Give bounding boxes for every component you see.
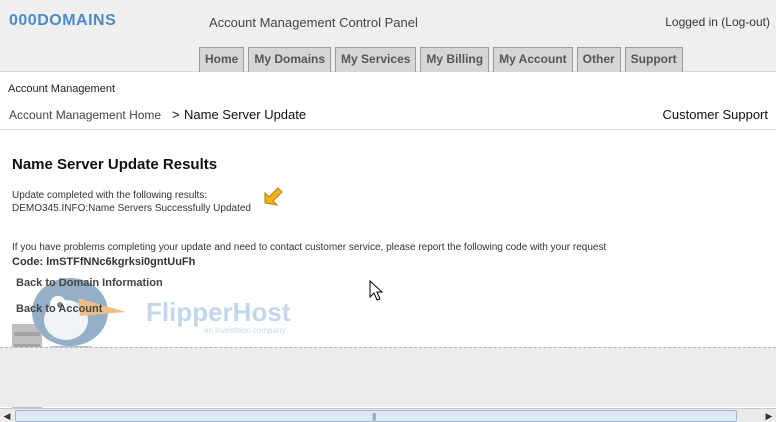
scrollbar-thumb[interactable]: ||| xyxy=(15,410,737,422)
footer-band xyxy=(0,347,776,407)
yellow-arrow-pointer-icon xyxy=(264,187,283,206)
back-to-account-link[interactable]: Back to Account xyxy=(16,303,102,315)
tab-my-services[interactable]: My Services xyxy=(335,47,417,72)
update-intro-text: Update completed with the following resu… xyxy=(12,190,208,201)
horizontal-scrollbar[interactable]: ◀ ||| ▶ xyxy=(0,408,776,422)
scroll-left-icon[interactable]: ◀ xyxy=(0,410,14,422)
main-nav: Home My Domains My Services My Billing M… xyxy=(199,47,683,72)
tab-other[interactable]: Other xyxy=(576,47,621,72)
flipperhost-watermark: FlipperHost an investition company xyxy=(146,297,291,335)
thumb-grip-icon: ||| xyxy=(372,412,376,421)
svg-text:FlipperHost: FlipperHost xyxy=(146,297,291,327)
tab-support[interactable]: Support xyxy=(624,47,683,72)
divider xyxy=(0,129,776,130)
breadcrumb-current: Name Server Update xyxy=(184,107,307,122)
breadcrumb-separator: > xyxy=(172,107,180,122)
login-status: Logged in (Log-out) xyxy=(665,15,770,29)
logged-in-text: Logged in xyxy=(665,15,718,29)
results-heading: Name Server Update Results xyxy=(12,156,218,173)
svg-text:an investition company: an investition company xyxy=(204,326,285,335)
back-to-domain-link[interactable]: Back to Domain Information xyxy=(16,277,163,289)
tab-my-account[interactable]: My Account xyxy=(493,47,573,72)
tab-my-billing[interactable]: My Billing xyxy=(420,47,490,72)
scroll-right-icon[interactable]: ▶ xyxy=(762,410,776,422)
support-note-text: If you have problems completing your upd… xyxy=(12,242,607,253)
mouse-cursor-icon xyxy=(369,280,383,301)
tab-home[interactable]: Home xyxy=(199,47,245,72)
site-logo[interactable]: 000DOMAINS xyxy=(9,12,116,30)
logout-link[interactable]: (Log-out) xyxy=(721,15,770,29)
code-value: lmSTFfNNc6kgrksi0gntUuFh xyxy=(46,256,196,268)
tab-my-domains[interactable]: My Domains xyxy=(248,47,332,72)
update-result-text: DEMO345.INFO:Name Servers Successfully U… xyxy=(12,203,251,214)
section-label: Account Management xyxy=(8,83,116,95)
code-label: Code: xyxy=(12,256,44,268)
customer-support-link[interactable]: Customer Support xyxy=(663,107,769,122)
error-code: Code: lmSTFfNNc6kgrksi0gntUuFh xyxy=(12,256,195,268)
panel-title: Account Management Control Panel xyxy=(209,15,418,30)
header-bar: 000DOMAINS Account Management Control Pa… xyxy=(0,0,776,72)
breadcrumb-home-link[interactable]: Account Management Home xyxy=(9,108,161,122)
